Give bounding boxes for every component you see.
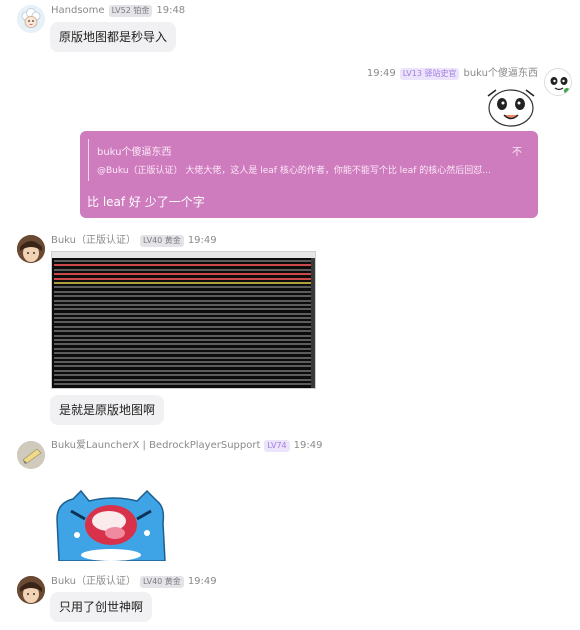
timestamp: 19:49 xyxy=(366,68,396,79)
sender-name[interactable]: Buku（正版认证） xyxy=(51,234,136,248)
message-bubble[interactable]: 是就是原版地图啊 xyxy=(50,395,165,425)
panda-meme-sticker-icon xyxy=(487,89,535,127)
terminal-titlebar xyxy=(52,252,315,258)
sender-name[interactable]: Buku（正版认证） xyxy=(51,575,136,589)
terminal-scrollbar[interactable] xyxy=(311,258,315,388)
avatar-handsome[interactable] xyxy=(17,5,45,33)
level-badge: LV40 黄金 xyxy=(140,576,184,588)
sender-name[interactable]: buku个傻逼东西 xyxy=(463,67,538,81)
avatar-buku[interactable] xyxy=(17,235,45,263)
avatar-buku[interactable] xyxy=(17,576,45,604)
quoted-message[interactable]: buku个傻逼东西 不 @Buku（正版认证） 大佬大佬，这人是 leaf 核心… xyxy=(88,139,530,181)
quote-close-button[interactable]: 不 xyxy=(512,143,522,158)
timestamp: 19:49 xyxy=(187,576,217,587)
blue-cat-sticker-icon xyxy=(56,489,166,561)
sender-name[interactable]: Handsome xyxy=(51,4,105,18)
anime-avatar-icon xyxy=(17,576,45,604)
timestamp: 19:48 xyxy=(156,5,186,16)
terminal-log-lines xyxy=(54,260,312,387)
message-bubble[interactable]: 原版地图都是秒导入 xyxy=(50,22,177,52)
panda-meme-sticker[interactable] xyxy=(484,84,538,128)
reply-text: 比 leaf 好 少了一个字 xyxy=(87,195,205,209)
sender-name[interactable]: Buku爱LauncherX | BedrockPlayerSupport xyxy=(51,439,260,453)
level-badge: LV52 铂金 xyxy=(108,5,153,17)
level-badge: LV74 xyxy=(264,440,290,452)
anime-avatar-icon xyxy=(17,235,45,263)
console-screenshot-image[interactable] xyxy=(51,251,316,389)
message-bubble[interactable]: 只用了创世神啊 xyxy=(50,592,153,622)
sheep-avatar-icon xyxy=(17,5,45,33)
blue-cat-sticker[interactable] xyxy=(51,489,175,561)
avatar-buku-right[interactable] xyxy=(544,68,572,96)
level-badge: LV13 驿站史官 xyxy=(399,68,460,80)
level-badge: LV40 黄金 xyxy=(140,235,184,247)
avatar-launcherx[interactable] xyxy=(17,441,45,469)
timestamp: 19:49 xyxy=(293,440,323,451)
quoted-text: @Buku（正版认证） 大佬大佬，这人是 leaf 核心的作者，你能不能写个比 … xyxy=(97,166,491,176)
reply-message-card[interactable]: buku个傻逼东西 不 @Buku（正版认证） 大佬大佬，这人是 leaf 核心… xyxy=(80,131,538,218)
panda-face-avatar-icon xyxy=(546,70,571,95)
timestamp: 19:49 xyxy=(187,235,217,246)
envelope-avatar-icon xyxy=(17,441,45,469)
quoted-sender: buku个傻逼东西 xyxy=(97,147,172,158)
